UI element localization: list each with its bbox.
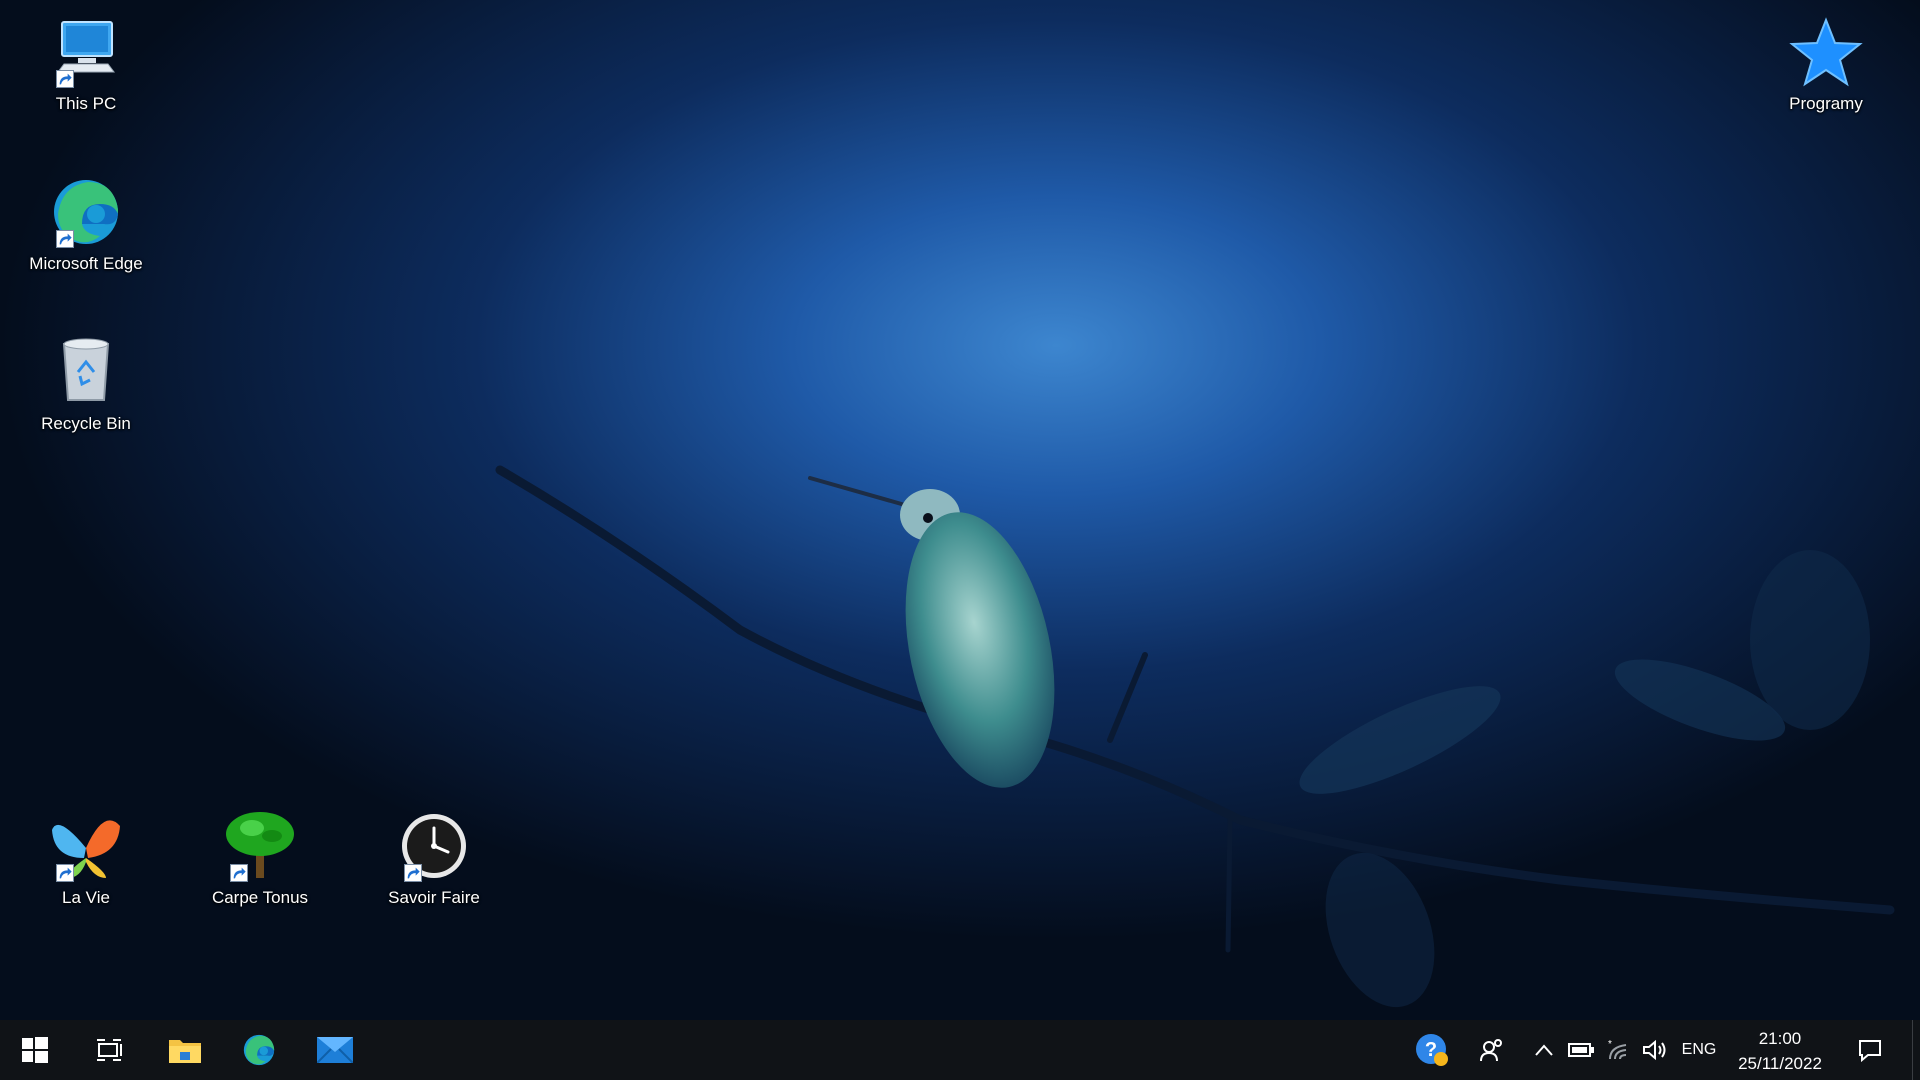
- taskbar-file-explorer[interactable]: [150, 1020, 220, 1080]
- folder-icon: [169, 1040, 201, 1063]
- clock-time: 21:00: [1758, 1029, 1802, 1048]
- people-icon: [1480, 1039, 1502, 1062]
- svg-text:*: *: [1608, 1039, 1612, 1050]
- start-button[interactable]: [0, 1020, 70, 1080]
- clock-icon: [396, 808, 472, 884]
- desktop-icon-programy[interactable]: Programy: [1740, 8, 1912, 136]
- taskbar-edge[interactable]: [224, 1020, 294, 1080]
- desktop-icon-la-vie[interactable]: La Vie: [0, 802, 172, 930]
- desktop-icon-carpe-tonus[interactable]: Carpe Tonus: [174, 802, 346, 930]
- butterfly-icon: [48, 808, 124, 884]
- show-desktop-button[interactable]: [1912, 1020, 1920, 1080]
- star-icon: [1788, 14, 1864, 90]
- tray-battery[interactable]: [1564, 1020, 1598, 1080]
- windows-logo-icon: [22, 1037, 48, 1063]
- desktop-icon-this-pc[interactable]: This PC: [0, 8, 172, 136]
- tray-show-hidden[interactable]: [1528, 1020, 1560, 1080]
- desktop-icon-label: Microsoft Edge: [29, 254, 143, 273]
- mail-icon: [317, 1037, 353, 1063]
- battery-icon: [1568, 1043, 1594, 1057]
- tray-network[interactable]: *: [1602, 1020, 1636, 1080]
- edge-icon: [48, 174, 124, 250]
- shortcut-arrow-icon: [56, 70, 74, 88]
- tray-language[interactable]: ENG: [1676, 1020, 1722, 1080]
- task-view-button[interactable]: [74, 1020, 144, 1080]
- notification-icon: [1859, 1040, 1881, 1062]
- desktop-icon-label: Carpe Tonus: [211, 888, 309, 907]
- task-view-icon: [97, 1039, 122, 1061]
- desktop-icon-microsoft-edge[interactable]: Microsoft Edge: [0, 168, 172, 296]
- desktop-icon-label: Programy: [1789, 94, 1863, 113]
- tray-help[interactable]: ?: [1410, 1020, 1454, 1080]
- shortcut-arrow-icon: [404, 864, 422, 882]
- chevron-up-icon: [1535, 1044, 1553, 1056]
- desktop-icon-savoir-faire[interactable]: Savoir Faire: [348, 802, 520, 930]
- shortcut-arrow-icon: [230, 864, 248, 882]
- computer-icon: [48, 14, 124, 90]
- tree-icon: [222, 808, 298, 884]
- speaker-icon: [1643, 1039, 1666, 1061]
- clock-date: 25/11/2022: [1738, 1054, 1822, 1073]
- edge-icon: [243, 1034, 275, 1066]
- help-icon: ?: [1416, 1034, 1448, 1066]
- taskbar: ? * ENG 21:00 25/11/2022: [0, 1020, 1920, 1080]
- desktop-icon-recycle-bin[interactable]: Recycle Bin: [0, 328, 172, 456]
- tray-clock[interactable]: 21:00 25/11/2022: [1725, 1026, 1835, 1076]
- shortcut-arrow-icon: [56, 864, 74, 882]
- recycle-bin-icon: [48, 334, 124, 410]
- tray-people[interactable]: [1470, 1020, 1514, 1080]
- shortcut-arrow-icon: [56, 230, 74, 248]
- desktop-icon-label: Savoir Faire: [388, 888, 480, 907]
- wifi-icon: *: [1608, 1039, 1627, 1060]
- taskbar-mail[interactable]: [300, 1020, 370, 1080]
- desktop-icon-label: Recycle Bin: [41, 414, 131, 433]
- tray-notifications[interactable]: [1850, 1020, 1890, 1080]
- tray-volume[interactable]: [1638, 1020, 1672, 1080]
